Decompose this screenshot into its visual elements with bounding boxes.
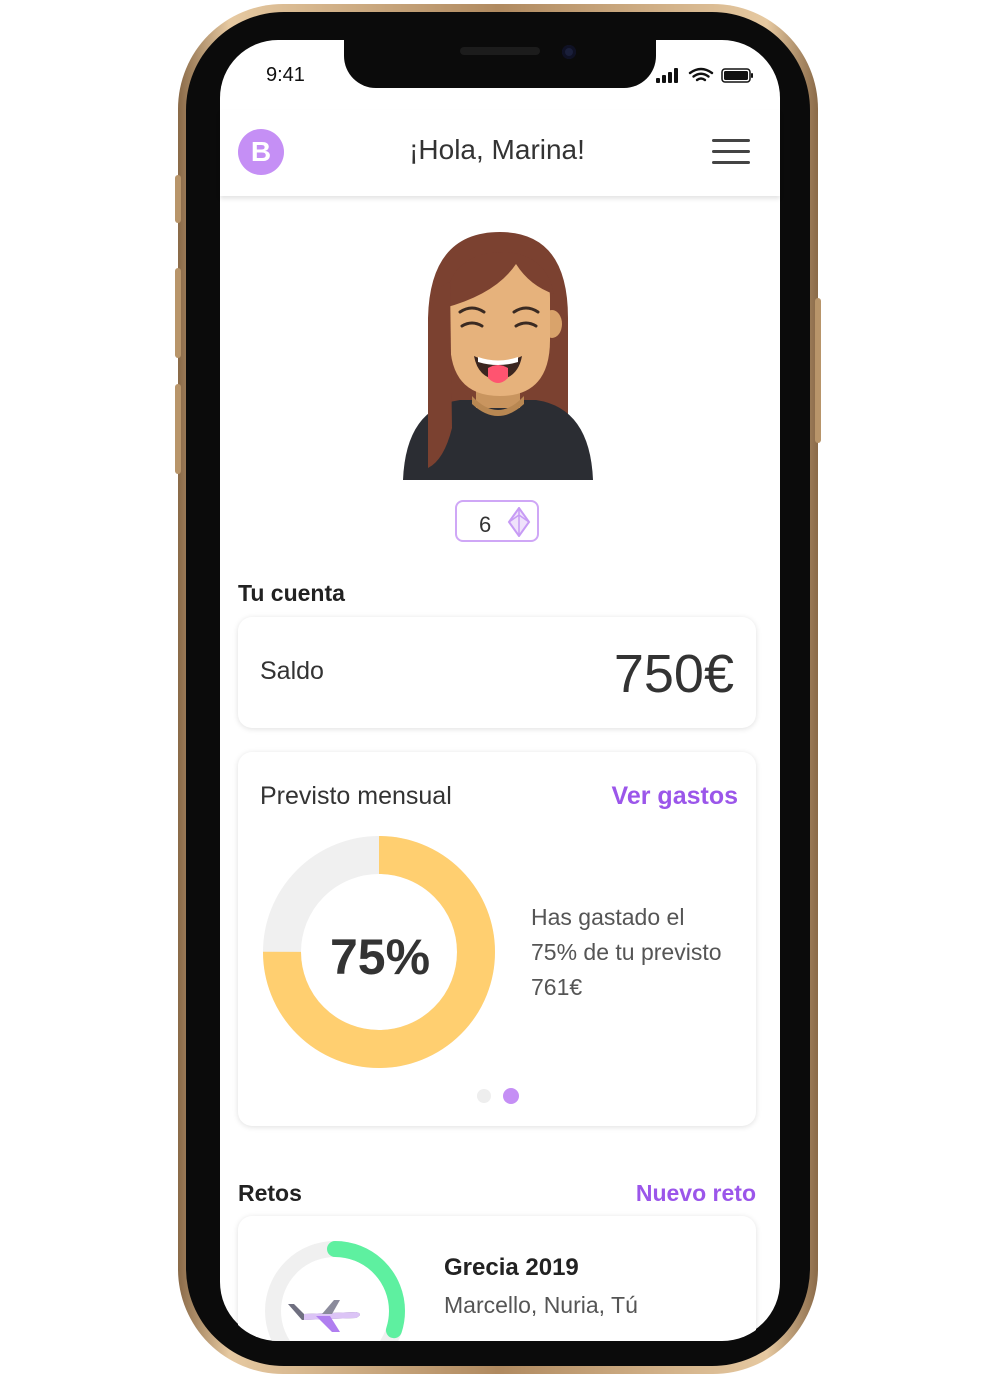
volume-down-button [175, 384, 181, 474]
front-camera [562, 45, 576, 59]
volume-up-button [175, 268, 181, 358]
app-logo[interactable]: B [238, 129, 284, 175]
wifi-icon [688, 67, 714, 82]
notch [344, 38, 656, 88]
status-time: 9:41 [266, 64, 305, 86]
balance-value: 750€ [613, 644, 734, 704]
menu-icon[interactable] [712, 139, 750, 165]
challenge-progress-ring [265, 1241, 405, 1341]
challenge-participants: Marcello, Nuria, Tú [444, 1292, 638, 1318]
speaker [460, 47, 540, 55]
challenge-title: Grecia 2019 [444, 1254, 579, 1281]
forecast-description: Has gastado el 75% de tu previsto 761€ [531, 904, 722, 1000]
avatar[interactable] [400, 228, 596, 487]
gems-badge[interactable]: 6 [455, 500, 539, 542]
forecast-card: Previsto mensual Ver gastos 75% Has gast… [238, 752, 756, 1126]
page-dot-2-active[interactable] [503, 1088, 519, 1104]
power-button [815, 298, 821, 443]
challenges-viewport: Grecia 2019 Marcello, Nuria, Tú [220, 1200, 780, 1341]
status-icons [656, 66, 756, 91]
greeting-title: ¡Hola, Marina! [409, 134, 585, 165]
airplane-icon [288, 1300, 360, 1332]
account-section-title: Tu cuenta [238, 580, 345, 606]
page-dot-1[interactable] [477, 1089, 491, 1103]
forecast-title: Previsto mensual [260, 782, 452, 810]
see-expenses-link[interactable]: Ver gastos [612, 782, 738, 811]
gem-icon [507, 506, 531, 542]
challenge-card[interactable]: Grecia 2019 Marcello, Nuria, Tú [238, 1216, 756, 1341]
signal-icon [656, 68, 678, 83]
balance-card[interactable]: Saldo 750€ [238, 617, 756, 728]
donut-percent-label: 75% [329, 929, 431, 985]
battery-icon [721, 68, 753, 83]
gems-count: 6 [479, 512, 492, 537]
balance-label: Saldo [260, 657, 324, 685]
mute-switch [175, 175, 181, 223]
